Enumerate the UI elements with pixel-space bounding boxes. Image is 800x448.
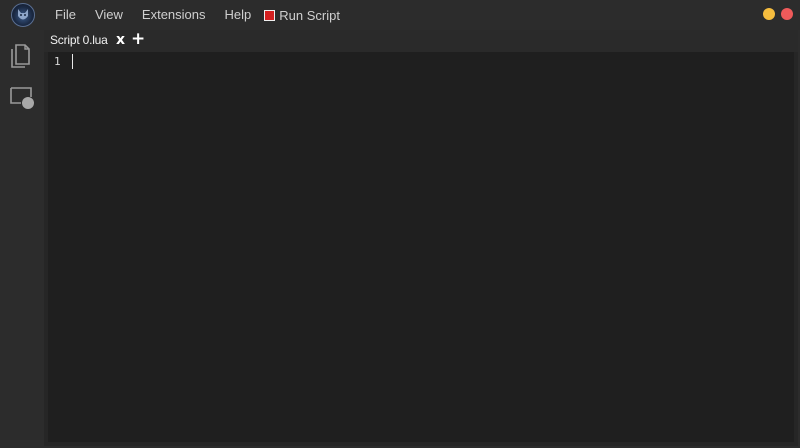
run-indicator-icon — [264, 9, 276, 21]
sidebar — [0, 30, 44, 448]
line-number: 1 — [54, 55, 61, 68]
screen-record-icon[interactable] — [9, 86, 37, 117]
text-caret — [72, 54, 73, 69]
code-editor[interactable]: 1 — [48, 52, 794, 442]
files-icon[interactable] — [9, 40, 35, 73]
app-logo-icon[interactable] — [11, 3, 35, 27]
tab-script-0[interactable]: Script 0.lua — [50, 33, 108, 47]
run-script-label: Run Script — [279, 7, 340, 23]
tab-bar: Script 0.lua x + — [44, 30, 798, 52]
close-window-button[interactable] — [781, 8, 793, 20]
menu-bar: File View Extensions Help Run Script — [0, 0, 800, 30]
menu-view[interactable]: View — [95, 0, 123, 30]
line-gutter: 1 — [48, 52, 70, 442]
add-tab-icon[interactable]: + — [131, 31, 145, 48]
minimize-button[interactable] — [763, 8, 775, 20]
menu-file[interactable]: File — [55, 0, 76, 30]
main-menu: File View Extensions Help Run Script — [55, 0, 340, 30]
app-window: File View Extensions Help Run Script Scr… — [0, 0, 800, 448]
run-script-button[interactable]: Run Script — [264, 8, 340, 23]
menu-help[interactable]: Help — [225, 0, 252, 30]
close-tab-icon[interactable]: x — [116, 32, 125, 48]
menu-extensions[interactable]: Extensions — [142, 0, 206, 30]
editor-panel: Script 0.lua x + 1 — [44, 30, 798, 446]
